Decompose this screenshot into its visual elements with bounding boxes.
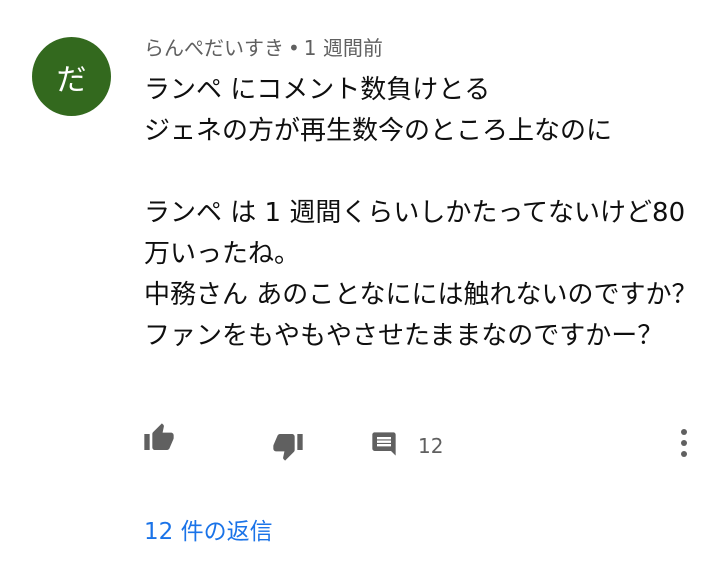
comment-icon [370,430,398,462]
dislike-button[interactable] [272,430,304,466]
header-separator: • [288,36,300,60]
reply-button[interactable]: 12 [370,430,443,462]
avatar[interactable]: だ [32,37,111,116]
more-vertical-icon [676,426,692,464]
thumb-up-icon [143,422,175,458]
author-name[interactable]: らんぺだいすき [144,36,284,60]
avatar-initial: だ [56,62,87,98]
comment-item: だ らんぺだいすき • 1 週間前 ランペ にコメント数負けとる ジェネの方が再生数… [0,0,720,585]
action-bar: 12 [0,420,720,464]
comment-text: ランペ にコメント数負けとる ジェネの方が再生数今のところ上なのに ランペ は … [144,75,698,351]
like-button[interactable] [143,422,175,458]
timestamp[interactable]: 1 週間前 [304,36,383,60]
thumb-down-icon [272,430,304,466]
reply-count: 12 [418,434,444,458]
comment-header: らんぺだいすき • 1 週間前 [144,32,383,61]
more-options-button[interactable] [676,426,692,464]
view-replies-link[interactable]: 12 件の返信 [144,512,273,546]
